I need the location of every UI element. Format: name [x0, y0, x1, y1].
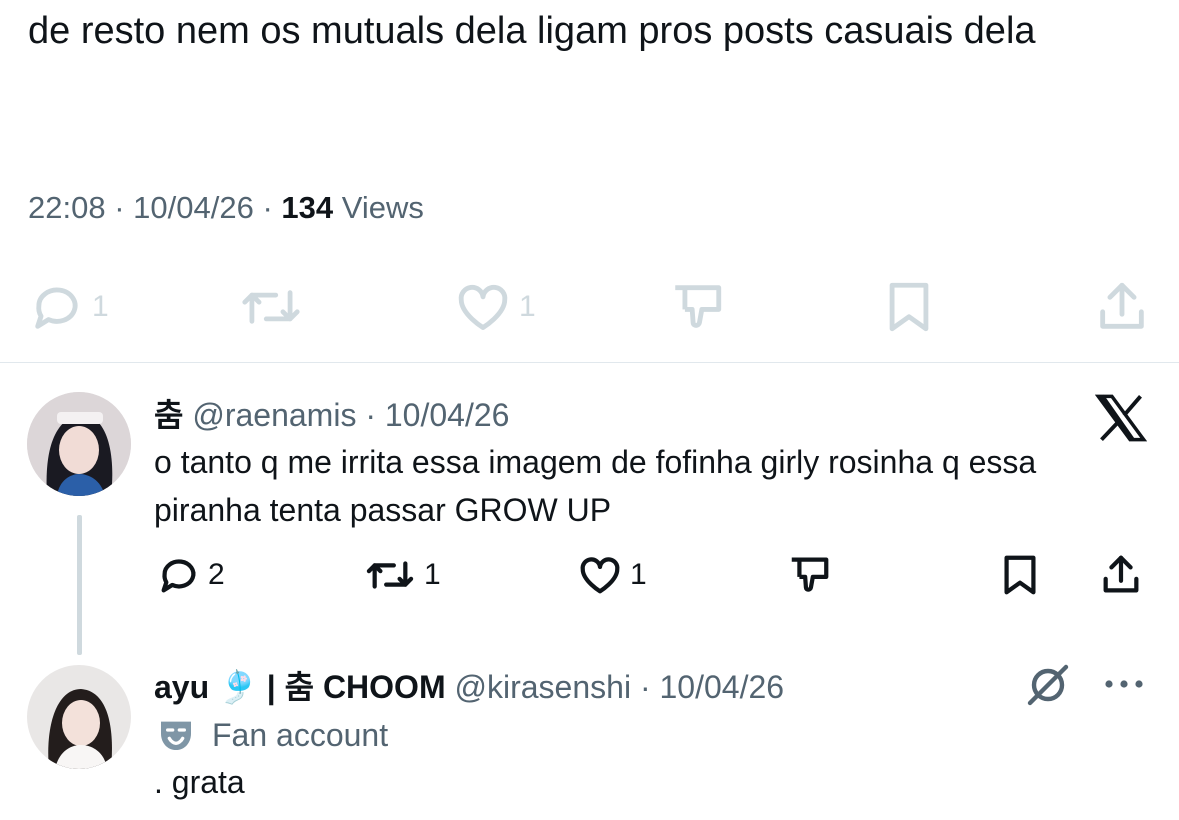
display-name[interactable]: ayu 🎐 | 춤 CHOOM: [154, 669, 446, 705]
like-count: 1: [519, 290, 536, 323]
reply-text: o tanto q me irrita essa imagem de fofin…: [154, 444, 1037, 528]
avatar[interactable]: [27, 392, 131, 496]
reply-date[interactable]: 10/04/26: [659, 669, 784, 705]
meta-separator: ·: [114, 190, 125, 225]
bookmark-button[interactable]: [997, 538, 1043, 612]
reply-button[interactable]: 2: [156, 538, 225, 612]
grok-icon[interactable]: [1022, 660, 1074, 710]
avatar-photo: [27, 665, 131, 769]
tweet-meta: 22:08 · 10/04/26 · 134 Views: [28, 190, 424, 226]
dislike-icon: [675, 285, 722, 328]
avatar-photo: [27, 392, 131, 496]
bookmark-button[interactable]: [880, 270, 938, 344]
reply-count: 1: [92, 290, 109, 323]
like-button[interactable]: 1: [576, 538, 647, 612]
repost-count: 1: [424, 558, 441, 591]
main-tweet-action-bar: 1 1: [0, 270, 1179, 344]
meta-separator: ·: [365, 397, 376, 433]
meta-separator: ·: [262, 190, 273, 225]
handle[interactable]: @raenamis: [192, 397, 356, 433]
reply-text: . grata: [154, 764, 245, 800]
bookmark-icon: [1004, 555, 1036, 595]
repost-button[interactable]: 1: [362, 538, 441, 612]
reply-count: 2: [208, 558, 225, 591]
reply-date[interactable]: 10/04/26: [385, 397, 510, 433]
dislike-button[interactable]: [668, 270, 726, 344]
fan-mask-icon: [161, 721, 191, 750]
handle[interactable]: @kirasenshi: [455, 669, 632, 705]
views-count: 134: [281, 190, 334, 225]
avatar[interactable]: [27, 665, 131, 769]
fan-account-text: Fan account: [212, 716, 389, 753]
repost-icon: [366, 561, 414, 589]
like-count: 1: [630, 558, 647, 591]
like-icon: [458, 284, 508, 330]
like-icon: [580, 557, 620, 594]
repost-button[interactable]: [240, 270, 302, 344]
reply-icon: [35, 287, 78, 329]
dislike-icon: [791, 557, 829, 592]
reply-icon: [161, 559, 196, 593]
share-button[interactable]: [1093, 270, 1151, 344]
share-icon: [1103, 555, 1139, 593]
dislike-button[interactable]: [786, 538, 832, 612]
reply-button[interactable]: 1: [28, 270, 109, 344]
views-label: Views: [341, 190, 424, 225]
more-icon[interactable]: [1100, 664, 1148, 704]
bookmark-icon: [889, 282, 929, 332]
reply-header: ayu 🎐 | 춤 CHOOM @kirasenshi · 10/04/26: [154, 662, 784, 708]
share-button[interactable]: [1098, 538, 1144, 612]
repost-icon: [242, 290, 300, 324]
fan-account-label: Fan account: [156, 712, 388, 758]
reply-header: 춤 @raenamis · 10/04/26: [154, 390, 509, 436]
tweet-text: de resto nem os mutuals dela ligam pros …: [28, 10, 1036, 52]
reply-action-bar: 2 1 1: [0, 538, 1179, 612]
tweet-time[interactable]: 22:08: [28, 190, 106, 225]
tweet-date[interactable]: 10/04/26: [133, 190, 254, 225]
divider: [0, 362, 1179, 363]
meta-separator: ·: [639, 669, 651, 705]
x-logo-icon: [1093, 392, 1149, 444]
share-icon: [1100, 282, 1144, 329]
like-button[interactable]: 1: [453, 270, 536, 344]
display-name[interactable]: 춤: [154, 397, 183, 433]
